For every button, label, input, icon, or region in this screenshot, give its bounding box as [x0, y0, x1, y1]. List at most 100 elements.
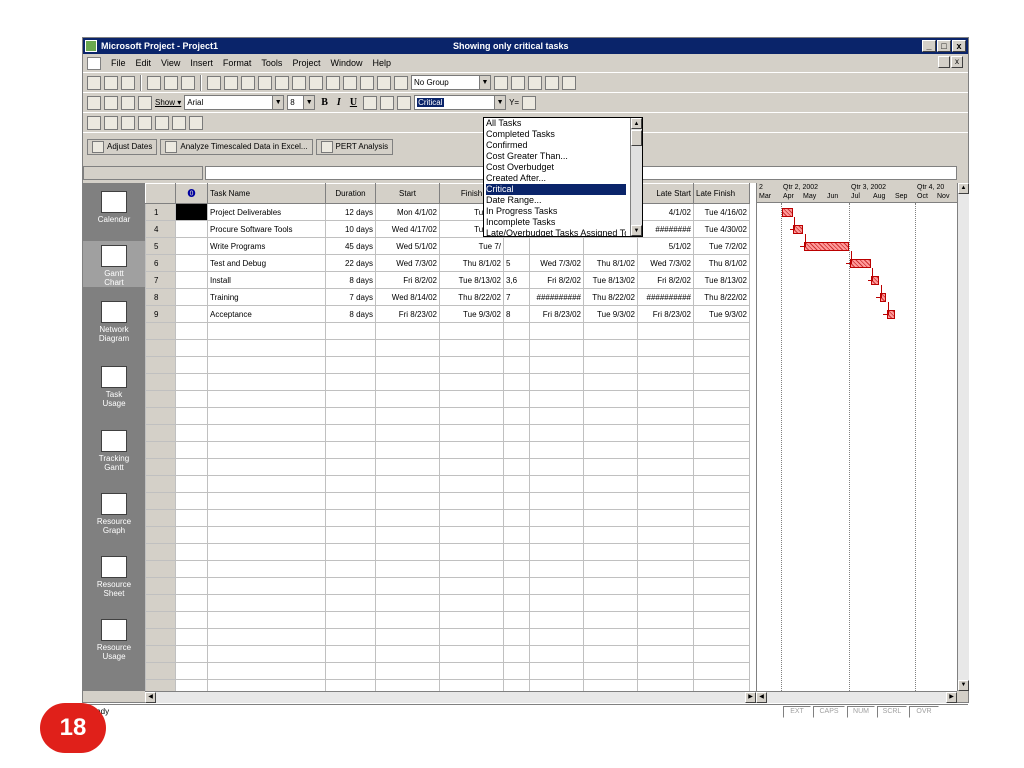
vertical-scrollbar[interactable]: ▲ ▼: [957, 183, 969, 691]
filter-option[interactable]: Cost Overbudget: [486, 162, 626, 173]
late-start-cell[interactable]: 4/1/02: [637, 203, 694, 221]
empty-row[interactable]: [145, 407, 750, 425]
filter-dropdown-list[interactable]: All Tasks Completed Tasks Confirmed Cost Gr…: [483, 117, 643, 237]
assign-resources-icon[interactable]: [394, 75, 408, 90]
empty-cell[interactable]: [145, 560, 176, 578]
empty-cell[interactable]: [175, 322, 208, 340]
empty-cell[interactable]: [693, 594, 750, 612]
empty-cell[interactable]: [375, 407, 440, 425]
duration-cell[interactable]: 8 days: [325, 305, 376, 323]
late-finish-cell[interactable]: Thu 8/1/02: [693, 254, 750, 272]
empty-cell[interactable]: [439, 441, 504, 459]
empty-cell[interactable]: [529, 407, 584, 425]
empty-cell[interactable]: [503, 628, 530, 646]
duration-cell[interactable]: 12 days: [325, 203, 376, 221]
bold-button[interactable]: B: [318, 97, 331, 108]
empty-cell[interactable]: [637, 322, 694, 340]
filter-option[interactable]: Confirmed: [486, 140, 626, 151]
menu-insert[interactable]: Insert: [186, 58, 217, 68]
view-task-usage[interactable]: Task Usage: [83, 366, 145, 408]
empty-row[interactable]: [145, 339, 750, 357]
empty-cell[interactable]: [637, 339, 694, 357]
empty-cell[interactable]: [207, 594, 326, 612]
row-number[interactable]: 8: [145, 288, 176, 306]
empty-cell[interactable]: [145, 509, 176, 527]
empty-cell[interactable]: [145, 645, 176, 663]
task-name-cell[interactable]: Install: [207, 271, 326, 289]
empty-cell[interactable]: [693, 662, 750, 680]
empty-row[interactable]: [145, 645, 750, 663]
empty-cell[interactable]: [207, 373, 326, 391]
task-name-cell[interactable]: Write Programs: [207, 237, 326, 255]
early-finish-cell[interactable]: [583, 237, 638, 255]
copy-icon[interactable]: [224, 75, 238, 90]
late-finish-cell[interactable]: Tue 4/30/02: [693, 220, 750, 238]
empty-cell[interactable]: [529, 373, 584, 391]
empty-cell[interactable]: [503, 373, 530, 391]
empty-cell[interactable]: [637, 611, 694, 629]
empty-cell[interactable]: [529, 577, 584, 595]
empty-cell[interactable]: [207, 526, 326, 544]
empty-cell[interactable]: [693, 645, 750, 663]
chevron-down-icon[interactable]: ▼: [303, 96, 315, 109]
empty-row[interactable]: [145, 475, 750, 493]
empty-cell[interactable]: [503, 322, 530, 340]
early-finish-cell[interactable]: Tue 9/3/02: [583, 305, 638, 323]
filter-combo[interactable]: Critical ▼: [414, 95, 507, 110]
empty-cell[interactable]: [325, 628, 376, 646]
empty-cell[interactable]: [325, 424, 376, 442]
empty-cell[interactable]: [375, 390, 440, 408]
indicator-cell[interactable]: [175, 271, 208, 289]
predecessors-cell[interactable]: 7: [503, 288, 530, 306]
scroll-up-icon[interactable]: ▲: [958, 183, 969, 194]
table-row[interactable]: 4 Procure Software Tools 10 days Wed 4/17/0…: [145, 220, 750, 238]
menu-window[interactable]: Window: [326, 58, 366, 68]
empty-cell[interactable]: [439, 577, 504, 595]
empty-cell[interactable]: [325, 526, 376, 544]
empty-cell[interactable]: [503, 611, 530, 629]
col-late-finish[interactable]: Late Finish: [693, 183, 750, 204]
empty-cell[interactable]: [325, 577, 376, 595]
finish-cell[interactable]: Tue 9/3/02: [439, 305, 504, 323]
empty-cell[interactable]: [207, 645, 326, 663]
link-tasks-icon[interactable]: [309, 75, 323, 90]
empty-cell[interactable]: [325, 390, 376, 408]
start-cell[interactable]: Mon 4/1/02: [375, 203, 440, 221]
empty-cell[interactable]: [529, 526, 584, 544]
empty-cell[interactable]: [175, 356, 208, 374]
start-cell[interactable]: Wed 7/3/02: [375, 254, 440, 272]
empty-cell[interactable]: [145, 492, 176, 510]
close-document-button[interactable]: x: [951, 56, 963, 68]
empty-cell[interactable]: [439, 611, 504, 629]
predecessors-cell[interactable]: [503, 237, 530, 255]
analyze-excel-button[interactable]: Analyze Timescaled Data in Excel...: [160, 138, 313, 155]
zoom-in-icon[interactable]: [494, 75, 508, 90]
empty-cell[interactable]: [145, 594, 176, 612]
empty-cell[interactable]: [693, 543, 750, 561]
empty-cell[interactable]: [175, 628, 208, 646]
menu-tools[interactable]: Tools: [257, 58, 286, 68]
empty-cell[interactable]: [375, 356, 440, 374]
empty-cell[interactable]: [175, 441, 208, 459]
help-icon[interactable]: [562, 75, 576, 90]
new-icon[interactable]: [87, 75, 101, 90]
empty-cell[interactable]: [145, 390, 176, 408]
dropdown-scrollbar[interactable]: ▲ ▼: [630, 118, 642, 236]
show-subtasks-icon[interactable]: [121, 95, 135, 110]
filter-option[interactable]: Date Range...: [486, 195, 626, 206]
unlink-tasks-icon[interactable]: [326, 75, 340, 90]
indicator-cell[interactable]: [175, 254, 208, 272]
empty-cell[interactable]: [325, 373, 376, 391]
empty-cell[interactable]: [693, 373, 750, 391]
empty-row[interactable]: [145, 441, 750, 459]
empty-cell[interactable]: [207, 458, 326, 476]
empty-cell[interactable]: [637, 628, 694, 646]
empty-cell[interactable]: [175, 679, 208, 691]
cut-icon[interactable]: [207, 75, 221, 90]
menu-help[interactable]: Help: [368, 58, 395, 68]
empty-cell[interactable]: [503, 458, 530, 476]
empty-cell[interactable]: [375, 526, 440, 544]
predecessors-cell[interactable]: 3,6: [503, 271, 530, 289]
late-start-cell[interactable]: ##########: [637, 288, 694, 306]
empty-cell[interactable]: [529, 645, 584, 663]
